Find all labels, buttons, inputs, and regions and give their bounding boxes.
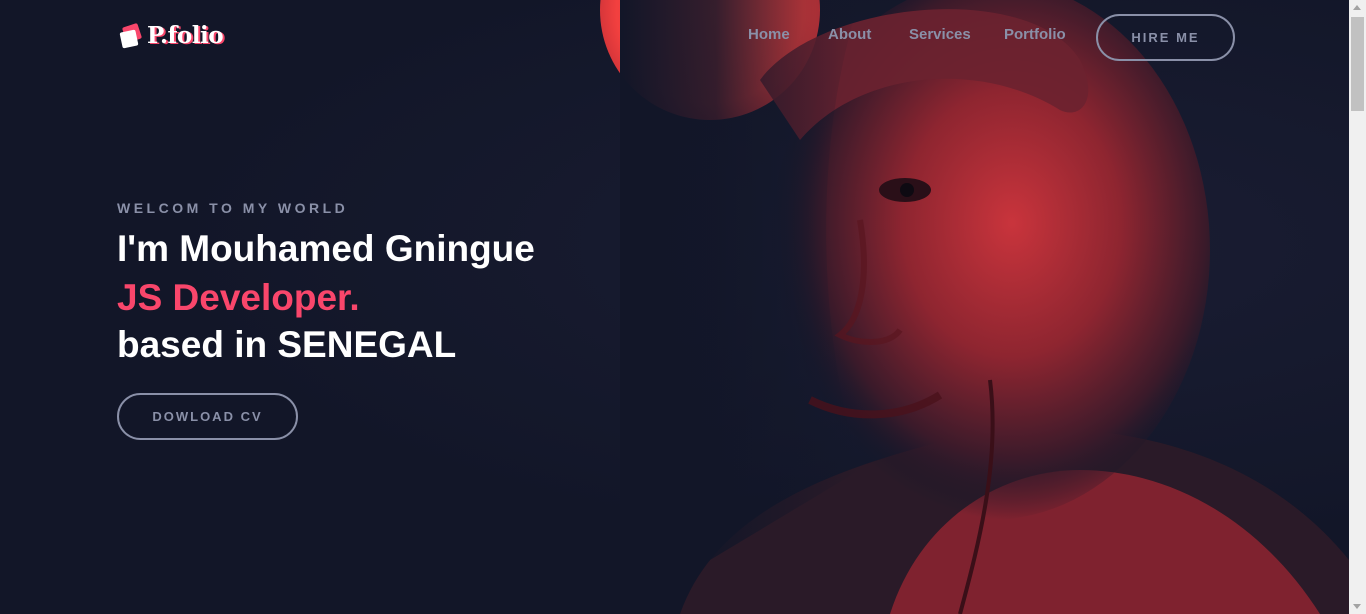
hero-portrait-image [600, 0, 1349, 614]
logo-text: P.folio [147, 22, 224, 49]
hero-eyebrow: WELCOM TO MY WORLD [117, 200, 349, 216]
hero-headline-name: I'm Mouhamed Gningue [117, 228, 535, 269]
logo-squares-icon [119, 22, 143, 48]
scroll-up-arrow-icon[interactable] [1353, 5, 1361, 10]
scroll-down-arrow-icon[interactable] [1353, 604, 1361, 609]
hero-headline-role: JS Developer. [117, 277, 360, 318]
nav-services-link[interactable]: Services [909, 26, 971, 43]
hero-headline-location: based in SENEGAL [117, 324, 457, 365]
nav-home-link[interactable]: Home [748, 26, 790, 43]
download-cv-button[interactable]: DOWLOAD CV [117, 393, 298, 440]
brand-logo[interactable]: P.folio [119, 22, 224, 49]
nav-about-link[interactable]: About [828, 26, 871, 43]
nav-portfolio-link[interactable]: Portfolio [1004, 26, 1066, 43]
scrollbar-thumb[interactable] [1351, 17, 1364, 111]
hire-me-button[interactable]: HIRE ME [1096, 14, 1235, 61]
page-scrollbar[interactable] [1349, 0, 1366, 614]
